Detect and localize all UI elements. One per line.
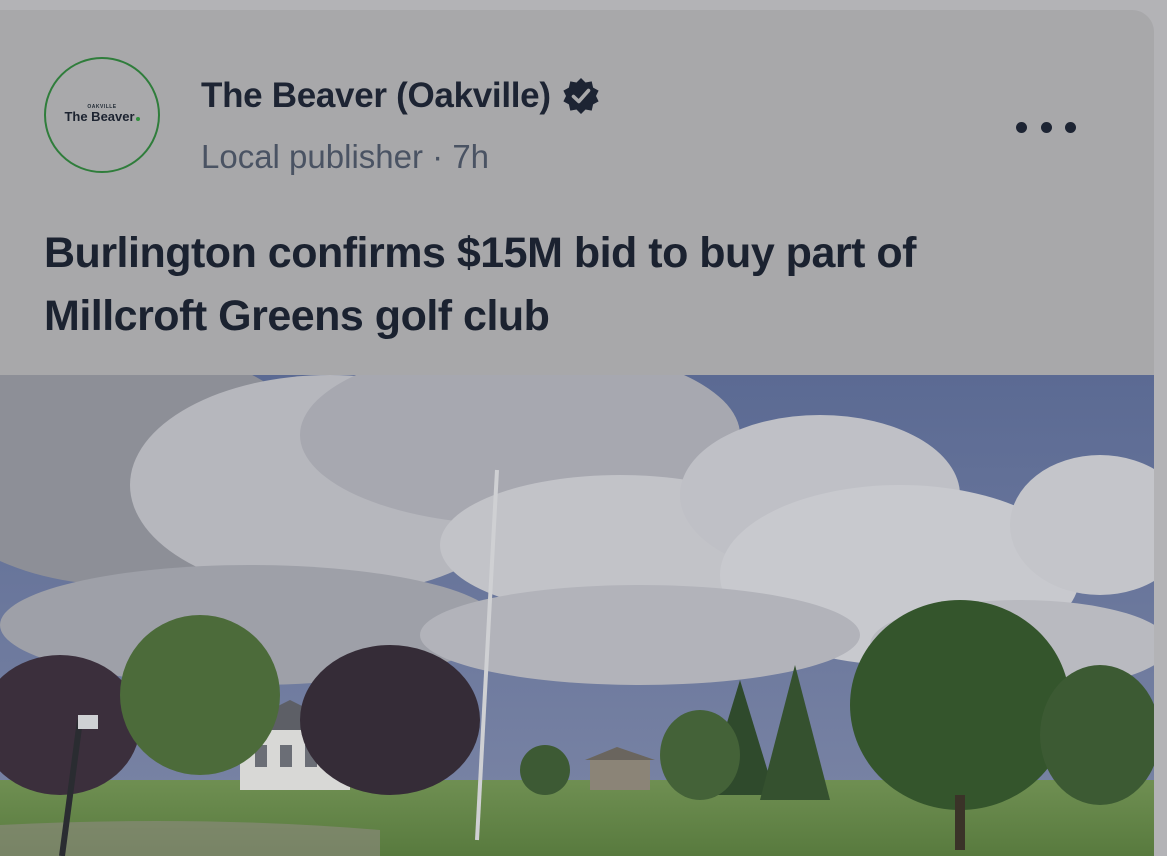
logo-dot <box>135 117 140 122</box>
post-photo[interactable] <box>0 375 1154 856</box>
path <box>0 821 380 856</box>
verified-badge-icon <box>563 78 599 114</box>
post-time: 7h <box>452 138 490 175</box>
publisher-logo: OAKVILLE The Beaver <box>64 105 140 125</box>
publisher-name[interactable]: The Beaver (Oakville) <box>201 76 551 116</box>
more-dot-icon <box>1065 121 1076 133</box>
logo-main-text: The Beaver <box>64 109 140 125</box>
lamp-head <box>78 715 98 729</box>
publisher-avatar[interactable]: OAKVILLE The Beaver <box>44 57 160 173</box>
news-post-card[interactable]: OAKVILLE The Beaver The Beaver (Oakville… <box>0 10 1154 856</box>
more-options-button[interactable] <box>1016 114 1076 140</box>
logo-text: The Beaver <box>64 109 135 125</box>
publisher-type: Local publisher <box>201 138 423 175</box>
publisher-meta: Local publisher · 7h <box>201 138 489 176</box>
more-dot-icon <box>1040 121 1052 133</box>
meta-separator: · <box>432 138 444 175</box>
more-dot-icon <box>1016 121 1027 133</box>
post-headline[interactable]: Burlington confirms $15M bid to buy part… <box>44 222 1084 348</box>
publisher-name-row[interactable]: The Beaver (Oakville) <box>201 76 601 116</box>
